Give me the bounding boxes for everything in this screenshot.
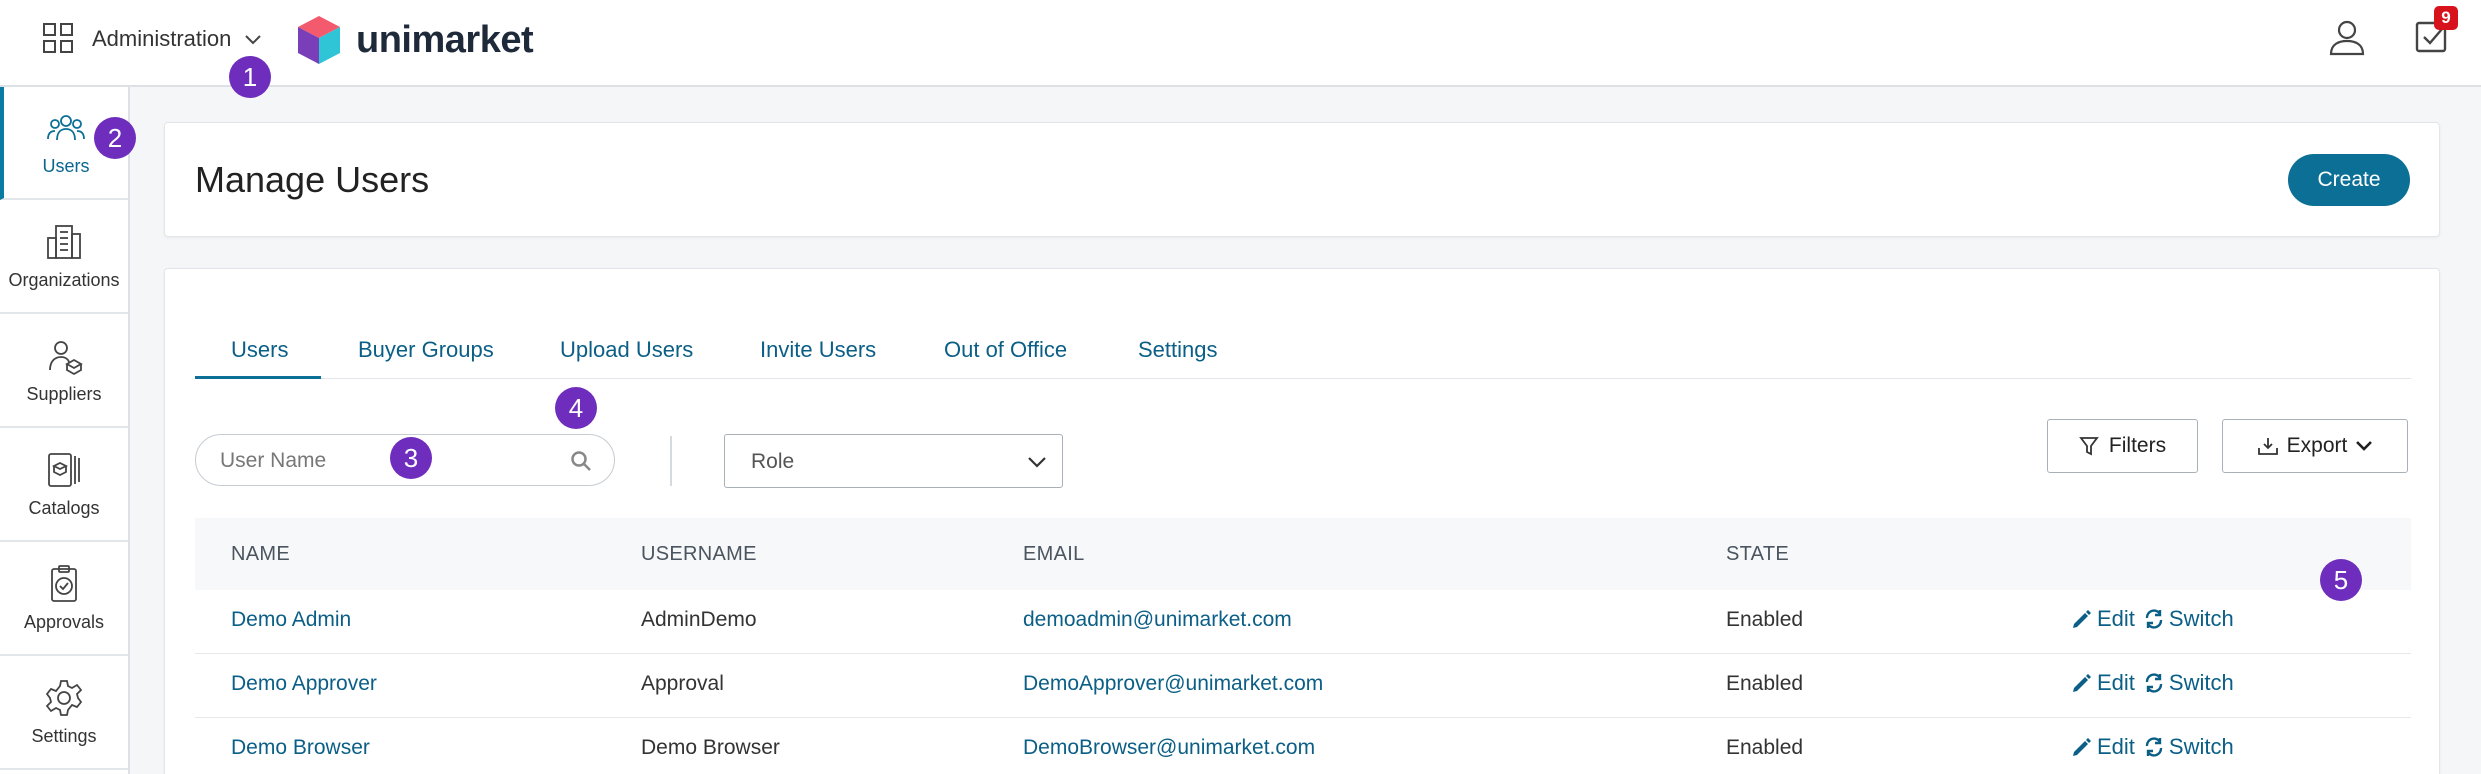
top-bar: Administration unimarket 9	[0, 0, 2481, 87]
page-title: Manage Users	[195, 159, 430, 200]
tab-users[interactable]: Users	[195, 331, 321, 379]
row-actions: Edit Switch	[2071, 670, 2234, 696]
app-switcher-menu[interactable]: Administration	[92, 22, 263, 56]
user-username: Demo Browser	[641, 736, 780, 759]
edit-user-button[interactable]: Edit	[2071, 734, 2135, 760]
user-email-link[interactable]: DemoBrowser@unimarket.com	[1023, 736, 1315, 760]
table-row: Demo Browser Demo Browser DemoBrowser@un…	[195, 718, 2411, 774]
catalog-icon	[48, 453, 80, 487]
apps-grid-icon[interactable]	[42, 22, 74, 54]
user-state: Enabled	[1726, 736, 1804, 759]
filter-funnel-icon	[2079, 437, 2099, 456]
pencil-icon	[2073, 610, 2091, 628]
switch-label: Switch	[2168, 606, 2234, 631]
filter-divider	[670, 436, 672, 486]
role-select-value: Role	[751, 450, 795, 473]
user-username: AdminDemo	[641, 608, 757, 631]
supplier-icon	[49, 341, 83, 376]
row-actions: Edit Switch	[2071, 734, 2234, 760]
users-panel: Users Buyer Groups Upload Users Invite U…	[164, 268, 2440, 774]
sidebar-item-settings[interactable]: Settings	[0, 657, 128, 770]
column-header-name[interactable]: NAME	[231, 543, 290, 566]
tab-invite-users[interactable]: Invite Users	[760, 331, 876, 379]
sidebar-item-organizations[interactable]: Organizations	[0, 201, 128, 314]
tab-settings[interactable]: Settings	[1138, 331, 1218, 379]
step-marker-3: 3	[390, 437, 432, 479]
sidebar-item-label: Catalogs	[28, 498, 100, 518]
unimarket-logo[interactable]: unimarket	[296, 14, 534, 66]
sidebar-item-label: Suppliers	[26, 384, 102, 404]
pencil-icon	[2073, 738, 2091, 756]
search-icon[interactable]	[570, 450, 592, 472]
tab-buyer-groups[interactable]: Buyer Groups	[358, 331, 494, 379]
chevron-down-icon	[2356, 441, 2373, 451]
role-select[interactable]: Role	[724, 434, 1063, 488]
approval-icon	[51, 565, 77, 602]
refresh-switch-icon	[2145, 737, 2163, 757]
column-header-state[interactable]: STATE	[1726, 543, 1789, 566]
edit-label: Edit	[2097, 734, 2135, 759]
switch-user-button[interactable]: Switch	[2143, 734, 2234, 760]
tab-out-of-office[interactable]: Out of Office	[944, 331, 1067, 379]
user-name-link[interactable]: Demo Browser	[231, 736, 370, 760]
chevron-down-icon	[245, 35, 262, 45]
step-marker-5: 5	[2320, 559, 2362, 601]
column-header-username[interactable]: USERNAME	[641, 543, 757, 566]
user-username: Approval	[641, 672, 724, 695]
user-email-link[interactable]: DemoApprover@unimarket.com	[1023, 672, 1323, 696]
tab-upload-users[interactable]: Upload Users	[560, 331, 693, 379]
page-header-card: Manage Users Create	[164, 122, 2440, 237]
step-marker-4: 4	[555, 387, 597, 429]
edit-label: Edit	[2097, 670, 2135, 695]
switch-label: Switch	[2168, 670, 2234, 695]
tasks-count-badge: 9	[2434, 6, 2458, 30]
edit-user-button[interactable]: Edit	[2071, 670, 2135, 696]
step-marker-2: 2	[94, 117, 136, 159]
step-marker-1: 1	[229, 56, 271, 98]
refresh-switch-icon	[2145, 609, 2163, 629]
sidebar-item-label: Users	[42, 156, 90, 176]
building-icon	[47, 225, 81, 259]
sidebar-item-label: Organizations	[8, 270, 120, 290]
gear-icon	[45, 680, 83, 716]
edit-user-button[interactable]: Edit	[2071, 606, 2135, 632]
chevron-down-icon	[1028, 457, 1046, 468]
table-header: NAME USERNAME EMAIL STATE	[195, 518, 2411, 590]
user-email-link[interactable]: demoadmin@unimarket.com	[1023, 608, 1292, 632]
switch-user-button[interactable]: Switch	[2143, 670, 2234, 696]
user-profile-icon[interactable]	[2327, 17, 2367, 57]
app-switcher-label: Administration	[92, 26, 232, 51]
filters-button[interactable]: Filters	[2047, 419, 2198, 473]
filters-button-label: Filters	[2108, 434, 2167, 457]
pencil-icon	[2073, 674, 2091, 692]
logo-cube-icon	[298, 16, 340, 64]
sidebar: Users Organizations Suppliers Catalogs A…	[0, 87, 130, 774]
table-row: Demo Approver Approval DemoApprover@unim…	[195, 654, 2411, 718]
sidebar-item-catalogs[interactable]: Catalogs	[0, 429, 128, 542]
sidebar-item-label: Approvals	[23, 612, 105, 632]
user-name-link[interactable]: Demo Admin	[231, 608, 351, 632]
user-name-link[interactable]: Demo Approver	[231, 672, 377, 696]
row-actions: Edit Switch	[2071, 606, 2234, 632]
export-button[interactable]: Export	[2222, 419, 2408, 473]
sidebar-item-suppliers[interactable]: Suppliers	[0, 315, 128, 428]
edit-label: Edit	[2097, 606, 2135, 631]
tab-bar: Users Buyer Groups Upload Users Invite U…	[195, 331, 2411, 379]
logo-text: unimarket	[356, 18, 534, 61]
column-header-email[interactable]: EMAIL	[1023, 543, 1085, 566]
export-button-label: Export	[2286, 434, 2348, 457]
create-user-button[interactable]: Create	[2288, 154, 2410, 206]
sidebar-item-label: Settings	[31, 726, 97, 746]
sidebar-item-approvals[interactable]: Approvals	[0, 543, 128, 656]
export-download-icon	[2257, 438, 2278, 455]
users-icon	[47, 115, 85, 141]
switch-user-button[interactable]: Switch	[2143, 606, 2234, 632]
switch-label: Switch	[2168, 734, 2234, 759]
user-state: Enabled	[1726, 608, 1804, 631]
table-row: Demo Admin AdminDemo demoadmin@unimarket…	[195, 590, 2411, 654]
refresh-switch-icon	[2145, 673, 2163, 693]
user-state: Enabled	[1726, 672, 1804, 695]
